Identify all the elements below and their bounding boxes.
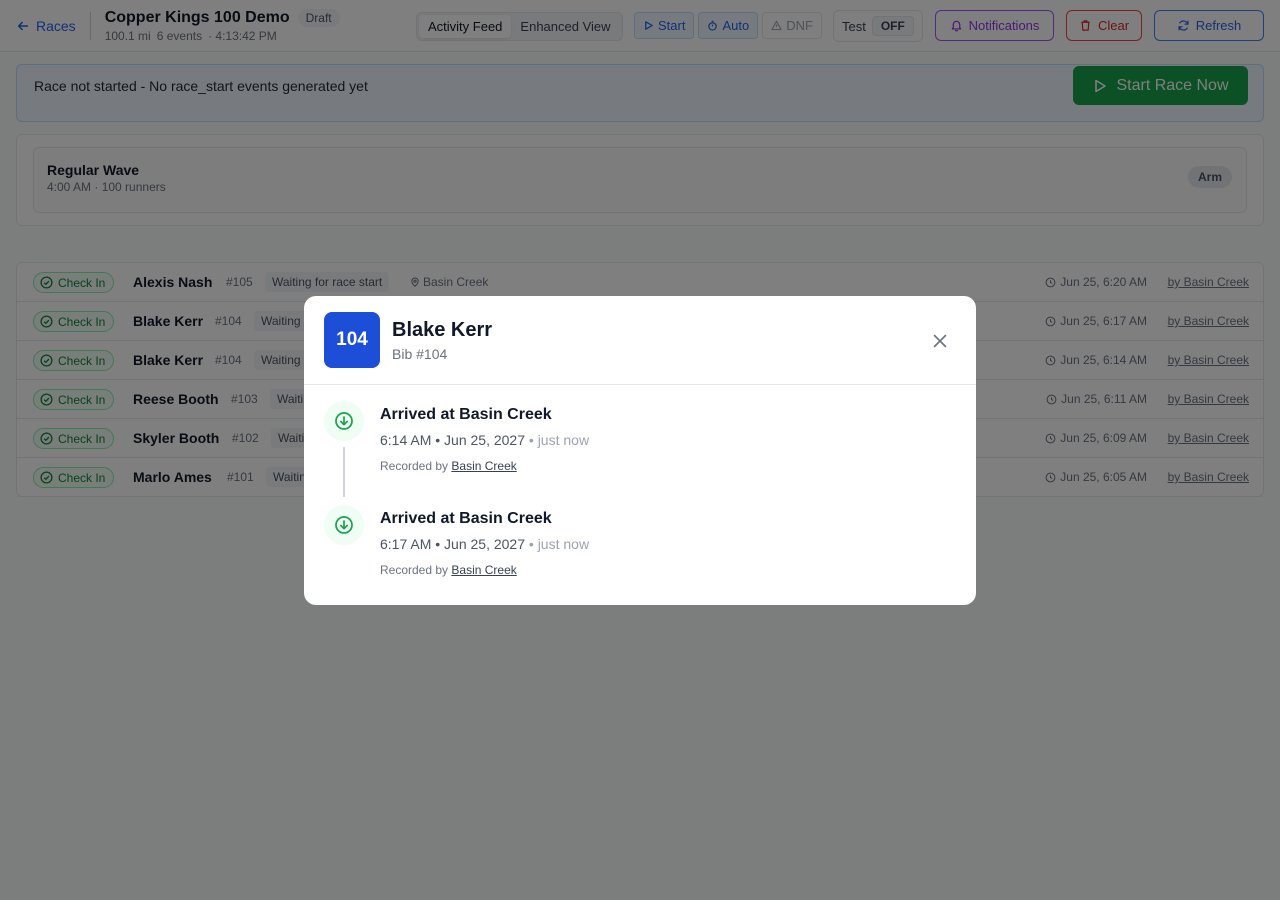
arrival-icon: [324, 401, 364, 441]
timeline-time: 6:14 AM • Jun 25, 2027 • just now: [380, 432, 589, 448]
timeline-time-value: 6:14 AM • Jun 25, 2027: [380, 432, 526, 448]
timeline-recorded-prefix: Recorded by: [380, 563, 449, 577]
timeline-recorded: Recorded by Basin Creek: [380, 459, 517, 473]
runner-detail-modal: 104 Blake Kerr Bib #104 Arrived at Basin…: [304, 296, 976, 605]
timeline-time-value: 6:17 AM • Jun 25, 2027: [380, 536, 526, 552]
close-button[interactable]: [928, 329, 952, 353]
timeline-recorded: Recorded by Basin Creek: [380, 563, 517, 577]
arrival-icon: [324, 505, 364, 545]
timeline-time: 6:17 AM • Jun 25, 2027 • just now: [380, 536, 589, 552]
bib-avatar: 104: [324, 312, 380, 368]
timeline-title: Arrived at Basin Creek: [380, 510, 552, 527]
timeline-connector: [343, 447, 345, 497]
timeline-relative-time: • just now: [528, 432, 590, 448]
timeline-item: Arrived at Basin Creek 6:14 AM • Jun 25,…: [324, 401, 964, 501]
timeline-relative-time: • just now: [528, 536, 590, 552]
timeline-title: Arrived at Basin Creek: [380, 406, 552, 423]
timeline-recorded-by-link[interactable]: Basin Creek: [451, 459, 516, 473]
timeline-recorded-prefix: Recorded by: [380, 459, 449, 473]
timeline-item: Arrived at Basin Creek 6:17 AM • Jun 25,…: [324, 505, 964, 605]
modal-header: 104 Blake Kerr Bib #104: [304, 296, 976, 385]
modal-bib-label: Bib #104: [392, 346, 448, 362]
close-icon: [933, 334, 947, 348]
modal-runner-name: Blake Kerr: [392, 319, 493, 341]
timeline-recorded-by-link[interactable]: Basin Creek: [451, 563, 516, 577]
